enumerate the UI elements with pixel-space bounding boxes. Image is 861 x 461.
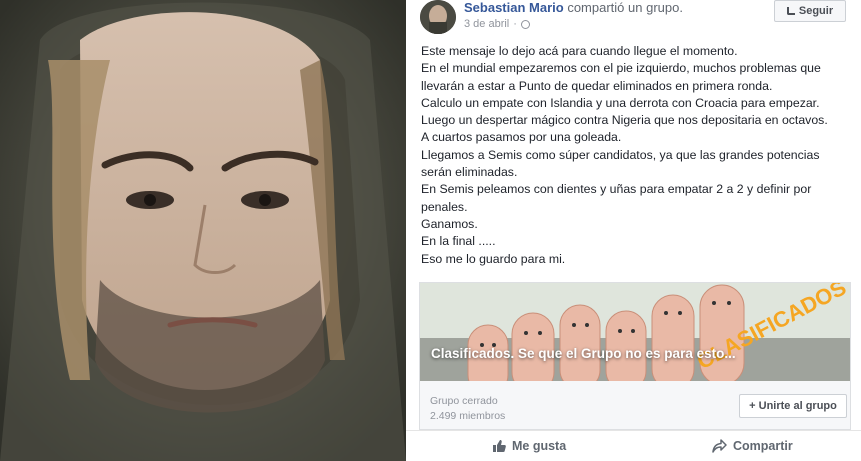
share-label: Compartir	[733, 439, 793, 453]
profile-photo	[0, 0, 406, 461]
join-group-button[interactable]: + Unirte al grupo	[739, 394, 847, 418]
post-line: penales.	[421, 199, 468, 214]
share-arrow-icon	[712, 439, 727, 453]
post-line: Calculo un empate con Islandia y una der…	[421, 95, 820, 110]
post-line: llevarán a estar a Punto de quedar elimi…	[421, 78, 773, 93]
post-meta: 3 de abril ·	[464, 18, 530, 30]
post-line: En el mundial empezaremos con el pie izq…	[421, 61, 821, 76]
group-type: Grupo cerrado	[430, 395, 498, 407]
globe-icon	[520, 19, 530, 29]
post-line: En la final .....	[421, 234, 496, 249]
post-header: Sebastian Mario compartió un grupo.	[464, 0, 683, 15]
post-line: En Semis peleamos con dientes y uñas par…	[421, 182, 812, 197]
post-line: Este mensaje lo dejo acá para cuando lle…	[421, 44, 738, 58]
group-cover-image: CLASIFICADOS Clasificados. Se que el Gru…	[420, 283, 850, 381]
thumbs-up-icon	[493, 440, 506, 452]
post-line: Luego un despertar mágico contra Nigeria…	[421, 113, 828, 128]
author-avatar[interactable]	[420, 0, 456, 34]
post-line: Ganamos.	[421, 216, 478, 231]
group-members: 2.499 miembros	[430, 410, 506, 422]
rss-icon	[786, 7, 795, 15]
post-date[interactable]: 3 de abril	[464, 18, 509, 30]
post-line: Llegamos a Semis como súper candidatos, …	[421, 147, 820, 162]
like-button[interactable]: Me gusta	[492, 439, 566, 453]
follow-button[interactable]: Seguir	[774, 0, 846, 22]
share-button[interactable]: Compartir	[712, 439, 793, 453]
group-title[interactable]: Clasificados. Se que el Grupo no es para…	[431, 346, 736, 361]
avatar-image	[420, 0, 456, 34]
like-label: Me gusta	[512, 439, 567, 453]
facebook-post: Sebastian Mario compartió un grupo. 3 de…	[406, 0, 861, 461]
post-line: A cuartos pasamos por una goleada.	[421, 130, 622, 145]
post-action-text: compartió un grupo.	[567, 0, 683, 15]
man-in-hood-photo	[0, 0, 406, 461]
post-line: serán eliminadas.	[421, 165, 518, 180]
post-actions: Me gusta Compartir	[406, 430, 861, 461]
shared-group-card[interactable]: CLASIFICADOS Clasificados. Se que el Gru…	[419, 282, 851, 430]
fingers-image: CLASIFICADOS	[420, 283, 850, 381]
follow-label: Seguir	[798, 5, 834, 17]
post-body: Este mensaje lo dejo acá para cuando lle…	[421, 43, 851, 268]
group-info: Grupo cerrado 2.499 miembros + Unirte al…	[420, 381, 850, 429]
author-name[interactable]: Sebastian Mario	[464, 0, 564, 15]
post-line: Eso me lo guardo para mi.	[421, 251, 566, 266]
